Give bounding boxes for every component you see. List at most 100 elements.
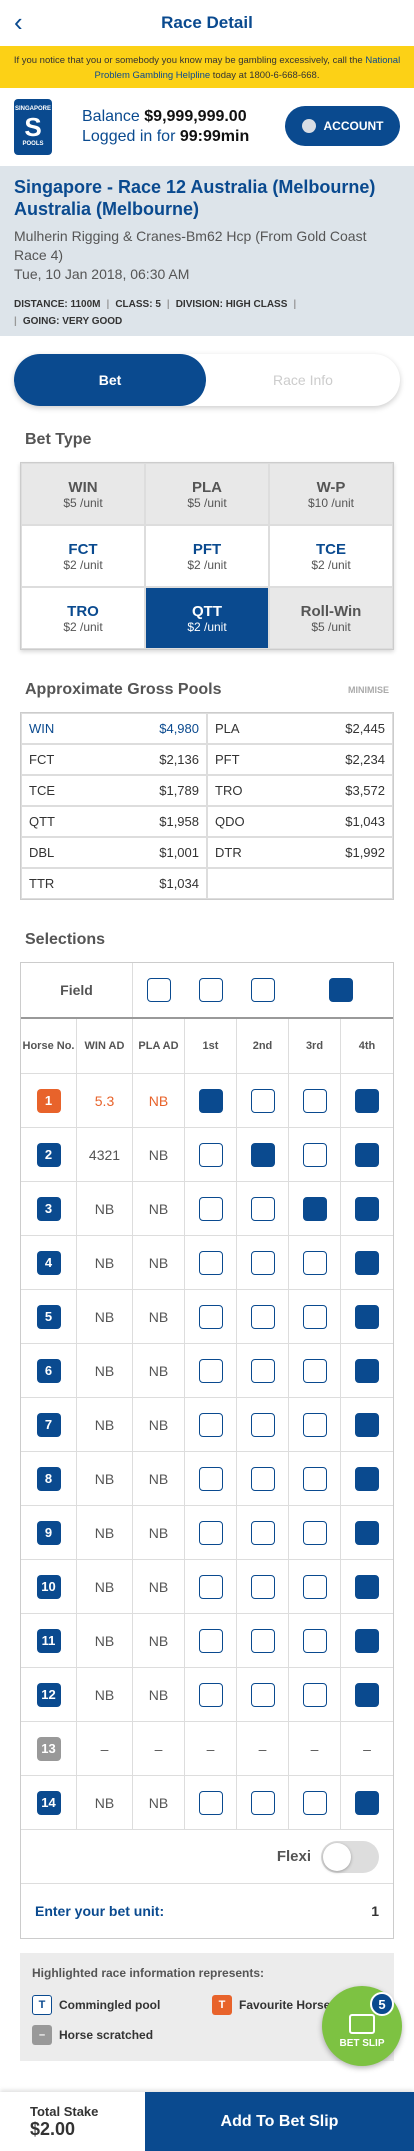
position-checkbox-4[interactable] bbox=[355, 1412, 379, 1437]
position-checkbox-4[interactable] bbox=[355, 1520, 379, 1545]
bet-type-qtt[interactable]: QTT $2 /unit bbox=[145, 587, 269, 649]
bet-type-tce[interactable]: TCE $2 /unit bbox=[269, 525, 393, 587]
position-checkbox-1[interactable] bbox=[198, 1790, 223, 1815]
field-label: Field bbox=[60, 982, 93, 998]
position-checkbox-4[interactable] bbox=[355, 1304, 379, 1329]
position-checkbox-3[interactable] bbox=[302, 1304, 327, 1329]
position-checkbox-3[interactable] bbox=[302, 1520, 327, 1545]
position-checkbox-3[interactable] bbox=[302, 1466, 327, 1491]
scratched-label: Horse scratched bbox=[59, 2028, 154, 2042]
position-cell bbox=[237, 1236, 289, 1289]
position-cell bbox=[185, 1560, 237, 1613]
position-checkbox-1[interactable] bbox=[198, 1466, 223, 1491]
field-checkbox-4[interactable] bbox=[329, 978, 353, 1002]
position-checkbox-3[interactable] bbox=[302, 1088, 327, 1113]
horse-row: 11 NB NB bbox=[21, 1614, 393, 1668]
bet-type-pft[interactable]: PFT $2 /unit bbox=[145, 525, 269, 587]
tab-bet[interactable]: Bet bbox=[14, 354, 206, 406]
minimise-button[interactable]: MINIMISE bbox=[348, 685, 389, 695]
add-to-bet-slip-button[interactable]: Add To Bet Slip bbox=[145, 2092, 414, 2151]
bet-type-name: Roll-Win bbox=[300, 602, 362, 620]
pool-cell: PFT $2,234 bbox=[207, 744, 393, 775]
bet-type-win[interactable]: WIN $5 /unit bbox=[21, 463, 145, 525]
legend-commingled: T Commingled pool bbox=[32, 1995, 160, 2015]
position-checkbox-3[interactable] bbox=[302, 1358, 327, 1383]
bet-type-tro[interactable]: TRO $2 /unit bbox=[21, 587, 145, 649]
position-checkbox-1[interactable] bbox=[198, 1682, 223, 1707]
position-checkbox-2[interactable] bbox=[250, 1304, 275, 1329]
position-checkbox-3[interactable] bbox=[302, 1196, 327, 1221]
position-checkbox-4[interactable] bbox=[355, 1358, 379, 1383]
position-checkbox-1[interactable] bbox=[198, 1088, 223, 1113]
position-checkbox-2[interactable] bbox=[250, 1142, 275, 1167]
position-checkbox-1[interactable] bbox=[198, 1304, 223, 1329]
bet-slip-button[interactable]: 5 BET SLIP bbox=[322, 1986, 402, 2066]
position-checkbox-3[interactable] bbox=[302, 1412, 327, 1437]
bet-type-fct[interactable]: FCT $2 /unit bbox=[21, 525, 145, 587]
position-checkbox-2[interactable] bbox=[250, 1790, 275, 1815]
bet-type-unit: $2 /unit bbox=[187, 619, 227, 634]
position-checkbox-2[interactable] bbox=[250, 1088, 275, 1113]
account-button-label: ACCOUNT bbox=[323, 119, 384, 133]
position-checkbox-3[interactable] bbox=[302, 1628, 327, 1653]
bet-type-pla[interactable]: PLA $5 /unit bbox=[145, 463, 269, 525]
horse-no-cell: 9 bbox=[21, 1506, 77, 1559]
bet-slip-count: 5 bbox=[370, 1992, 394, 2016]
position-checkbox-3[interactable] bbox=[302, 1250, 327, 1275]
position-checkbox-4[interactable] bbox=[355, 1628, 379, 1653]
pla-odds: NB bbox=[148, 1632, 169, 1649]
position-checkbox-2[interactable] bbox=[250, 1250, 275, 1275]
position-checkbox-2[interactable] bbox=[250, 1520, 275, 1545]
position-checkbox-4[interactable] bbox=[355, 1790, 379, 1815]
field-cell bbox=[289, 963, 393, 1017]
field-checkbox-2[interactable] bbox=[199, 978, 223, 1002]
position-checkbox-1[interactable] bbox=[198, 1250, 223, 1275]
position-checkbox-2[interactable] bbox=[250, 1574, 275, 1599]
horse-no-cell: 3 bbox=[21, 1182, 77, 1235]
bet-unit-input[interactable]: 1 bbox=[371, 1903, 379, 1919]
position-checkbox-4[interactable] bbox=[355, 1466, 379, 1491]
horse-no-cell: 11 bbox=[21, 1614, 77, 1667]
position-checkbox-3[interactable] bbox=[302, 1574, 327, 1599]
bet-type-roll-win[interactable]: Roll-Win $5 /unit bbox=[269, 587, 393, 649]
position-checkbox-2[interactable] bbox=[250, 1628, 275, 1653]
position-checkbox-4[interactable] bbox=[355, 1196, 379, 1221]
win-odds: NB bbox=[94, 1686, 115, 1703]
position-checkbox-4[interactable] bbox=[355, 1250, 379, 1275]
chevron-left-icon[interactable]: ‹ bbox=[14, 9, 23, 35]
position-checkbox-2[interactable] bbox=[250, 1358, 275, 1383]
flexi-toggle[interactable] bbox=[321, 1840, 379, 1873]
horse-number: 6 bbox=[36, 1358, 61, 1383]
tab-race-info[interactable]: Race Info bbox=[206, 354, 400, 406]
position-checkbox-1[interactable] bbox=[198, 1196, 223, 1221]
position-checkbox-1[interactable] bbox=[198, 1142, 223, 1167]
gambling-warning-banner: If you notice that you or somebody you k… bbox=[0, 46, 414, 88]
position-checkbox-4[interactable] bbox=[355, 1088, 379, 1113]
position-checkbox-1[interactable] bbox=[198, 1358, 223, 1383]
horse-number: 11 bbox=[36, 1628, 61, 1653]
pool-value: $1,958 bbox=[159, 814, 199, 829]
position-checkbox-1[interactable] bbox=[198, 1574, 223, 1599]
field-checkbox-1[interactable] bbox=[147, 978, 171, 1002]
horse-no-cell: 10 bbox=[21, 1560, 77, 1613]
position-checkbox-4[interactable] bbox=[355, 1574, 379, 1599]
position-checkbox-1[interactable] bbox=[198, 1628, 223, 1653]
position-checkbox-3[interactable] bbox=[302, 1142, 327, 1167]
position-checkbox-1[interactable] bbox=[198, 1412, 223, 1437]
position-checkbox-2[interactable] bbox=[250, 1412, 275, 1437]
position-checkbox-3[interactable] bbox=[302, 1682, 327, 1707]
warning-text: If you notice that you or somebody you k… bbox=[13, 55, 363, 66]
account-button[interactable]: ACCOUNT bbox=[285, 106, 400, 146]
position-checkbox-2[interactable] bbox=[250, 1682, 275, 1707]
position-checkbox-4[interactable] bbox=[355, 1682, 379, 1707]
position-checkbox-4[interactable] bbox=[355, 1142, 379, 1167]
pools-header: Approximate Gross Pools MINIMISE bbox=[25, 681, 389, 699]
position-checkbox-2[interactable] bbox=[250, 1466, 275, 1491]
field-checkbox-3[interactable] bbox=[251, 978, 275, 1002]
position-checkbox-2[interactable] bbox=[250, 1196, 275, 1221]
race-name: Mulherin Rigging & Cranes-Bm62 Hcp (From… bbox=[14, 228, 367, 263]
position-cell bbox=[341, 1236, 393, 1289]
bet-type-w-p[interactable]: W-P $10 /unit bbox=[269, 463, 393, 525]
position-checkbox-1[interactable] bbox=[198, 1520, 223, 1545]
position-checkbox-3[interactable] bbox=[302, 1790, 327, 1815]
